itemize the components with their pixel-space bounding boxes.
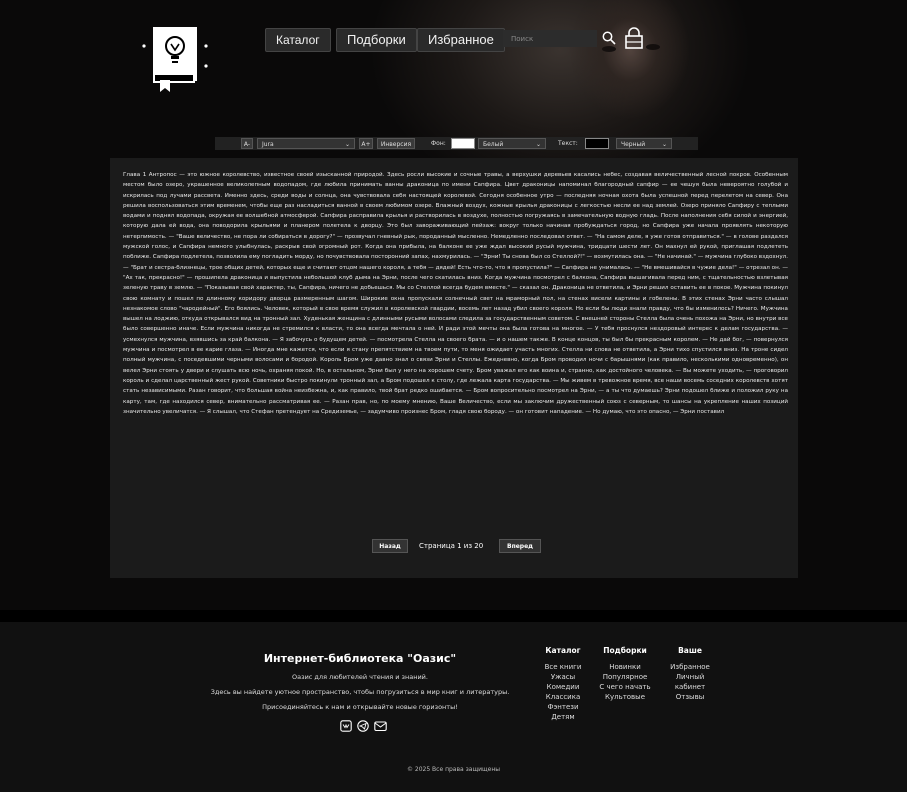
user-lock-icon[interactable] [624, 27, 644, 49]
text-color-swatch[interactable] [585, 138, 609, 149]
page-info: Страница 1 из 20 [419, 542, 484, 550]
footer-invite: Присоединяйтесь к нам и открывайте новые… [262, 703, 458, 711]
footer-link[interactable]: Популярное [590, 672, 660, 682]
footer-column-catalog: Каталог Все книги Ужасы Комедии Классика… [528, 646, 598, 722]
bg-color-swatch[interactable] [451, 138, 475, 149]
footer-column-title: Каталог [545, 646, 581, 655]
bg-label: Фон: [431, 140, 446, 147]
book-text: Глава 1 Антропос — это южное королевство… [123, 172, 788, 415]
footer-column-collections: Подборки Новинки Популярное С чего начат… [590, 646, 660, 702]
search-input[interactable] [503, 30, 597, 47]
nav-catalog-button[interactable]: Каталог [265, 28, 331, 52]
prev-page-button[interactable]: Назад [372, 539, 408, 553]
footer-link[interactable]: Личный кабинет [665, 672, 715, 692]
chevron-down-icon: ⌄ [344, 141, 350, 148]
font-increase-button[interactable]: A+ [359, 138, 373, 149]
nav-collections-button[interactable]: Подборки [336, 28, 417, 52]
telegram-icon[interactable] [357, 720, 369, 732]
bg-color-value: Белый [483, 141, 504, 148]
font-family-value: Jura [262, 141, 274, 148]
reader-toolbar: A- Jura ⌄ A+ Инверсия Фон: Белый ⌄ Текст… [215, 137, 698, 150]
next-page-button[interactable]: Вперед [499, 539, 541, 553]
footer-link[interactable]: Культовые [590, 692, 660, 702]
text-label: Текст: [558, 140, 578, 147]
footer-link[interactable]: Избранное [655, 662, 725, 672]
footer-link[interactable]: Классика [528, 692, 598, 702]
footer-column-yours: Ваше Избранное Личный кабинет Отзывы [655, 646, 725, 702]
text-color-value: Черный [621, 141, 646, 148]
footer-link[interactable]: Отзывы [655, 692, 725, 702]
copyright: © 2025 Все права защищены [406, 766, 501, 773]
social-icons [340, 720, 390, 732]
site-header: Каталог Подборки Избранное [0, 0, 907, 140]
footer-link[interactable]: Детям [528, 712, 598, 722]
footer-column-title: Ваше [678, 646, 702, 655]
bg-color-select[interactable]: Белый ⌄ [478, 138, 546, 149]
site-footer: Интернет-библиотека "Оазис" Оазис для лю… [0, 622, 907, 792]
search-icon[interactable] [602, 31, 616, 45]
reader-panel: Глава 1 Антропос — это южное королевство… [110, 158, 798, 578]
footer-link[interactable]: Комедии [528, 682, 598, 692]
footer-column-title: Подборки [603, 646, 647, 655]
footer-link[interactable]: Фэнтези [528, 702, 598, 712]
footer-link[interactable]: С чего начать [590, 682, 660, 692]
footer-link[interactable]: Новинки [590, 662, 660, 672]
nav-favorites-button[interactable]: Избранное [417, 28, 505, 52]
mail-icon[interactable] [374, 720, 387, 732]
text-color-select[interactable]: Черный ⌄ [616, 138, 672, 149]
chevron-down-icon: ⌄ [661, 141, 667, 148]
book-lightbulb-logo-icon[interactable] [140, 24, 210, 94]
footer-link[interactable]: Ужасы [528, 672, 598, 682]
font-decrease-button[interactable]: A- [241, 138, 253, 149]
vk-icon[interactable] [340, 720, 352, 732]
font-family-select[interactable]: Jura ⌄ [257, 138, 355, 149]
footer-link[interactable]: Все книги [528, 662, 598, 672]
chevron-down-icon: ⌄ [535, 141, 541, 148]
invert-button[interactable]: Инверсия [377, 138, 415, 149]
